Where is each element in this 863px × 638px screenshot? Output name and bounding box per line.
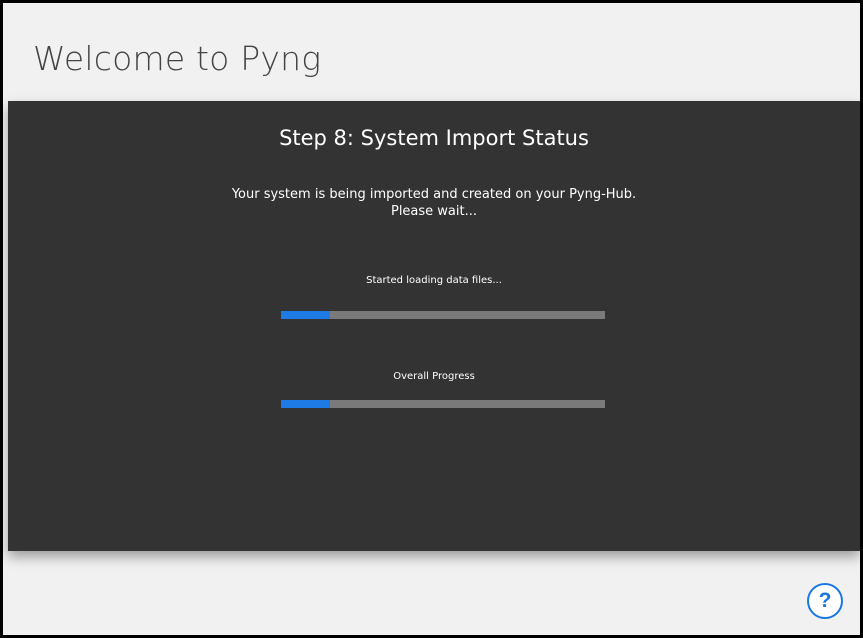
import-status-panel: Step 8: System Import Status Your system… [8, 101, 860, 551]
file-loading-progress-bar [281, 311, 605, 319]
overall-progress-fill [281, 400, 330, 408]
step-title: Step 8: System Import Status [279, 126, 589, 150]
status-message-line-1: Your system is being imported and create… [231, 187, 637, 202]
app-window: Welcome to Pyng Step 8: System Import St… [0, 0, 863, 638]
help-button[interactable]: ? [807, 583, 843, 619]
overall-progress-label: Overall Progress [393, 371, 475, 382]
question-mark-icon: ? [818, 589, 832, 612]
header: Welcome to Pyng [3, 3, 860, 101]
status-message: Your system is being imported and create… [8, 186, 860, 220]
file-loading-progress-label: Started loading data files... [366, 275, 502, 286]
page-title: Welcome to Pyng [33, 39, 322, 78]
file-loading-progress-fill [281, 311, 330, 319]
overall-progress-bar [281, 400, 605, 408]
status-message-line-2: Please wait... [390, 204, 478, 219]
